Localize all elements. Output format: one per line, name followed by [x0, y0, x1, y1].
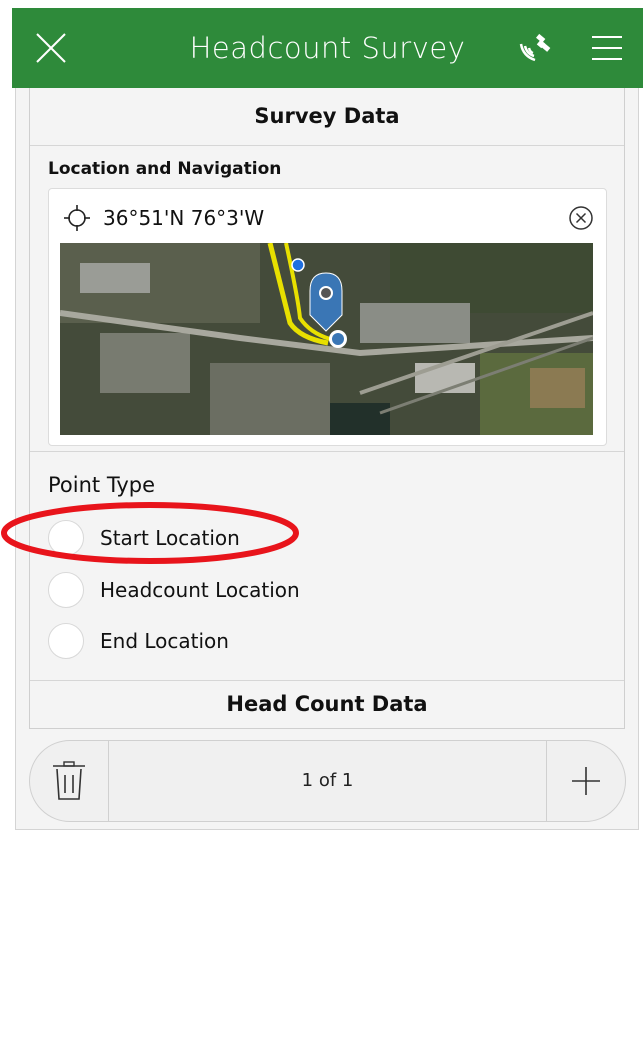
coordinate-text: 36°51'N 76°3'W: [103, 206, 265, 230]
radio-button[interactable]: [48, 520, 84, 556]
plus-icon: [572, 767, 600, 795]
close-button[interactable]: [26, 8, 76, 88]
radio-option-headcount-location[interactable]: Headcount Location: [48, 569, 300, 611]
add-record-button[interactable]: [546, 741, 625, 821]
record-pager: 1 of 1: [29, 740, 626, 822]
radio-label[interactable]: Headcount Location: [100, 578, 300, 602]
app-title: Headcount Survey: [189, 31, 466, 65]
crosshair-icon: [64, 205, 90, 231]
delete-record-button[interactable]: [30, 741, 109, 821]
radio-option-start-location[interactable]: Start Location: [48, 517, 240, 559]
location-card: 36°51'N 76°3'W: [48, 188, 607, 446]
trash-icon: [53, 761, 85, 800]
location-map[interactable]: [60, 243, 593, 435]
menu-button[interactable]: [584, 8, 630, 88]
page-indicator: 1 of 1: [301, 770, 354, 791]
location-section: Location and Navigation 36°51'N 76°3'W: [30, 145, 624, 452]
app-header: Headcount Survey: [12, 8, 643, 88]
head-count-data-title[interactable]: Head Count Data: [30, 680, 624, 729]
location-label: Location and Navigation: [48, 159, 282, 179]
satellite-map-image: [60, 243, 593, 435]
radio-button[interactable]: [48, 623, 84, 659]
gps-button[interactable]: [512, 8, 558, 88]
radio-label[interactable]: Start Location: [100, 526, 240, 550]
gps-satellite-icon: [519, 33, 551, 62]
radio-button[interactable]: [48, 572, 84, 608]
point-type-label: Point Type: [48, 473, 156, 497]
menu-icon: [592, 36, 622, 60]
survey-data-title[interactable]: Survey Data: [30, 88, 624, 146]
survey-data-group: Survey Data Location and Navigation 36°5…: [29, 88, 625, 729]
radio-option-end-location[interactable]: End Location: [48, 620, 229, 662]
close-icon: [36, 33, 66, 63]
radio-label[interactable]: End Location: [100, 629, 229, 653]
point-type-section: Point Type Start Location Headcount Loca…: [30, 451, 624, 681]
coordinate-row[interactable]: 36°51'N 76°3'W: [63, 203, 264, 233]
survey-form: Survey Data Location and Navigation 36°5…: [15, 88, 639, 830]
clear-circle-icon[interactable]: [568, 205, 594, 231]
